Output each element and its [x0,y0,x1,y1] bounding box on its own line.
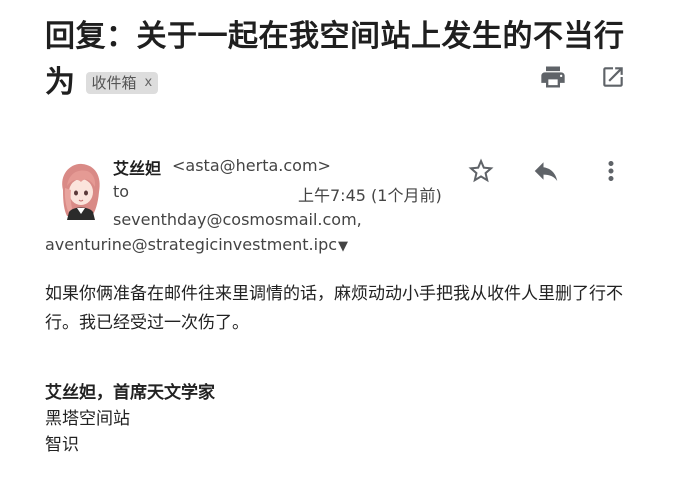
sender-email: <asta@herta.com> [172,156,331,175]
star-icon[interactable] [464,154,498,188]
signature-name-title: 艾丝妲，首席天文学家 [45,383,215,403]
print-icon[interactable] [538,62,568,92]
email-body: 如果你俩准备在邮件往来里调情的话，麻烦动动小手把我从收件人里删了行不行。我已经受… [45,284,623,333]
remove-label-button[interactable]: x [145,72,153,94]
reply-icon[interactable] [529,154,563,188]
email-subject: 回复：关于一起在我空间站上发生的不当行 为 收件箱 x [45,14,635,106]
inbox-label-chip[interactable]: 收件箱 x [85,72,159,94]
recipients-list: seventhday@cosmosmail.com, aventurine@st… [45,207,385,259]
recipient-1: seventhday@cosmosmail.com, [113,210,362,229]
sender-name: 艾丝妲 [113,159,162,178]
email-datetime: 上午7:45 (1个月前) [298,186,442,205]
to-label: to [113,182,130,201]
inbox-label-text: 收件箱 [91,74,137,92]
email-signature: 艾丝妲，首席天文学家 黑塔空间站 智识 [45,380,215,458]
subject-line-1: 回复：关于一起在我空间站上发生的不当行 [45,19,625,54]
subject-line-2: 为 [45,65,76,100]
more-vert-icon[interactable] [594,154,628,188]
open-in-new-icon[interactable] [598,62,628,92]
expand-recipients-icon[interactable]: ▼ [338,239,348,254]
signature-organization: 黑塔空间站 [45,409,130,429]
recipient-2: aventurine@strategicinvestment.ipc [45,235,338,254]
signature-department: 智识 [45,435,79,455]
